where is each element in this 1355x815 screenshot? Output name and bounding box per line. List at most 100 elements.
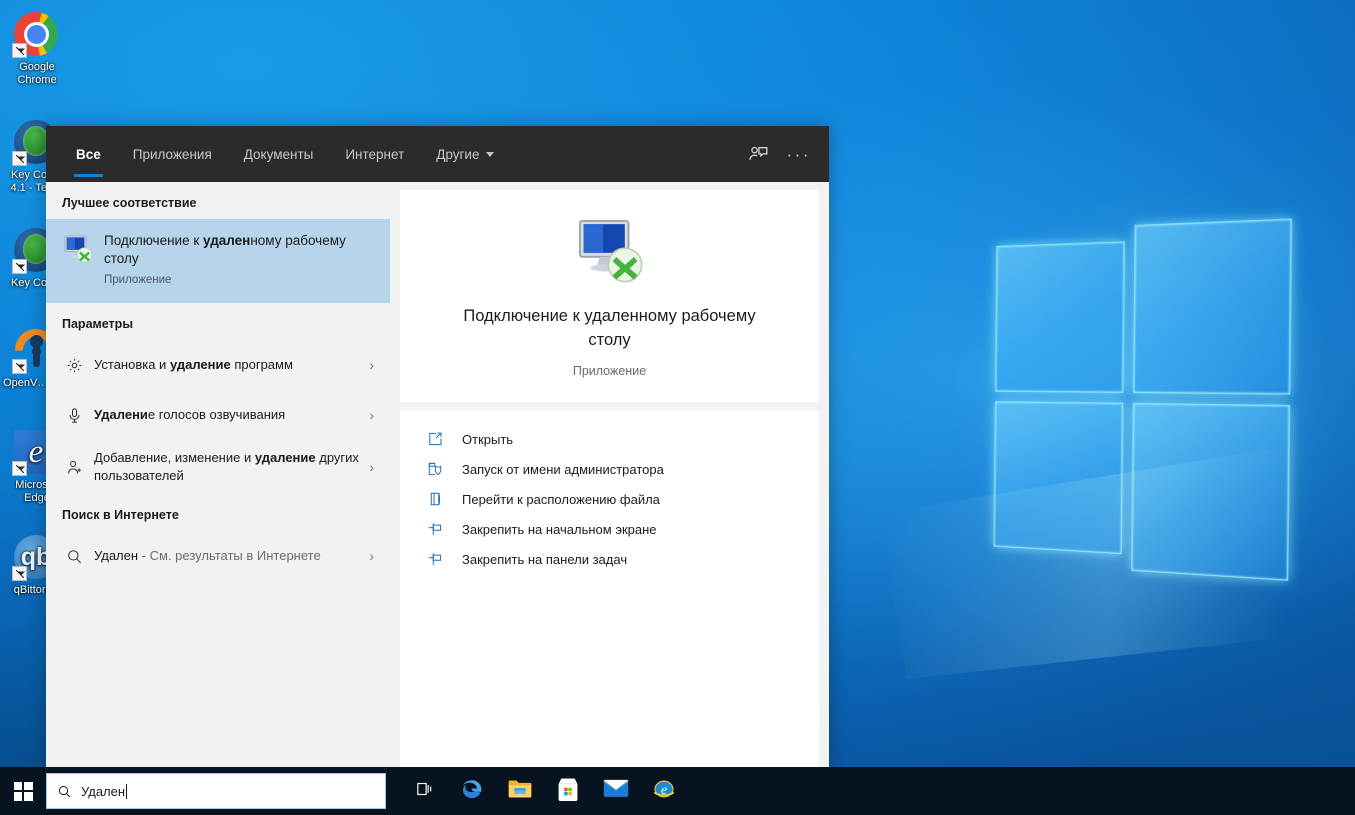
more-options-icon[interactable]: ··· bbox=[787, 146, 811, 163]
search-tab-bar: Все Приложения Документы Интернет Другие bbox=[46, 126, 829, 182]
search-results-list: Лучшее соответствие bbox=[46, 182, 390, 767]
search-icon bbox=[47, 784, 81, 799]
internet-explorer-icon: e bbox=[651, 776, 677, 807]
search-icon bbox=[62, 548, 86, 565]
mail-icon bbox=[603, 778, 629, 804]
pin-start-icon bbox=[424, 521, 446, 537]
hero-pane-top-left bbox=[995, 241, 1125, 393]
mail-button[interactable] bbox=[592, 767, 640, 815]
shortcut-arrow-icon bbox=[12, 43, 27, 58]
edge-icon bbox=[459, 776, 485, 807]
desktop-icon-google-chrome[interactable]: Google Chrome bbox=[2, 12, 72, 87]
settings-result-label: Установка и удаление программ bbox=[86, 356, 369, 374]
hero-pane-bottom-left bbox=[994, 401, 1124, 554]
taskbar-buttons: e bbox=[400, 767, 688, 815]
open-icon bbox=[424, 431, 446, 447]
file-explorer-icon bbox=[507, 777, 533, 806]
taskbar: Удален bbox=[0, 767, 1355, 815]
action-label: Закрепить на панели задач bbox=[446, 552, 627, 567]
hero-pane-top-right bbox=[1133, 219, 1292, 395]
web-search-result[interactable]: Удален - См. результаты в Интернете › bbox=[46, 531, 390, 581]
tab-more[interactable]: Другие bbox=[420, 126, 510, 182]
web-search-heading: Поиск в Интернете bbox=[46, 494, 390, 531]
app-preview-type: Приложение bbox=[420, 364, 799, 378]
settings-result-label: Добавление, изменение и удаление других … bbox=[86, 449, 369, 485]
app-preview-card: Подключение к удаленному рабочему столу … bbox=[400, 190, 819, 402]
task-view-icon bbox=[414, 779, 434, 804]
chevron-down-icon bbox=[486, 152, 494, 157]
shield-admin-icon bbox=[424, 461, 446, 477]
windows-logo-icon bbox=[14, 782, 33, 801]
chevron-right-icon: › bbox=[369, 548, 378, 564]
tab-label: Интернет bbox=[345, 147, 404, 162]
best-match-result[interactable]: Подключение к удаленному рабочему столу … bbox=[46, 219, 390, 303]
start-button[interactable] bbox=[0, 767, 46, 815]
hero-pane-bottom-right bbox=[1131, 403, 1290, 581]
action-label: Закрепить на начальном экране bbox=[446, 522, 657, 537]
action-label: Запуск от имени администратора bbox=[446, 462, 664, 477]
best-match-subtitle: Приложение bbox=[104, 274, 378, 286]
remote-desktop-icon bbox=[573, 216, 647, 286]
tab-web[interactable]: Интернет bbox=[329, 126, 420, 182]
shortcut-arrow-icon bbox=[12, 461, 27, 476]
action-pin-to-start[interactable]: Закрепить на начальном экране bbox=[400, 514, 819, 544]
shortcut-arrow-icon bbox=[12, 151, 27, 166]
chevron-right-icon: › bbox=[369, 459, 378, 475]
tab-label: Приложения bbox=[133, 147, 212, 162]
best-match-title: Подключение к удаленному рабочему столу bbox=[104, 232, 378, 268]
settings-result-remove-voices[interactable]: Удаление голосов озвучивания › bbox=[46, 390, 390, 440]
best-match-heading: Лучшее соответствие bbox=[46, 182, 390, 219]
hero-light-streak bbox=[880, 432, 1355, 679]
action-label: Открыть bbox=[446, 432, 513, 447]
search-results-body: Лучшее соответствие bbox=[46, 182, 829, 767]
task-view-button[interactable] bbox=[400, 767, 448, 815]
tab-apps[interactable]: Приложения bbox=[117, 126, 228, 182]
file-explorer-button[interactable] bbox=[496, 767, 544, 815]
tab-documents[interactable]: Документы bbox=[228, 126, 330, 182]
desktop-icon-label: Google Chrome bbox=[2, 61, 72, 87]
folder-location-icon bbox=[424, 491, 446, 507]
windows-hero-logo bbox=[993, 219, 1289, 575]
search-preview-pane: Подключение к удаленному рабочему столу … bbox=[390, 182, 829, 767]
action-run-as-administrator[interactable]: Запуск от имени администратора bbox=[400, 454, 819, 484]
shortcut-arrow-icon bbox=[12, 566, 27, 581]
internet-explorer-button[interactable]: e bbox=[640, 767, 688, 815]
web-search-label: Удален - См. результаты в Интернете bbox=[86, 547, 369, 565]
add-user-icon bbox=[62, 459, 86, 476]
tab-all[interactable]: Все bbox=[60, 126, 117, 182]
action-open[interactable]: Открыть bbox=[400, 424, 819, 454]
remote-desktop-icon bbox=[62, 234, 96, 269]
chevron-right-icon: › bbox=[369, 357, 378, 373]
action-open-file-location[interactable]: Перейти к расположению файла bbox=[400, 484, 819, 514]
search-flyout-panel: Все Приложения Документы Интернет Другие bbox=[46, 126, 829, 767]
tab-label: Документы bbox=[244, 147, 314, 162]
app-preview-title: Подключение к удаленному рабочему столу bbox=[445, 304, 775, 352]
settings-result-label: Удаление голосов озвучивания bbox=[86, 406, 369, 424]
search-toolbar-actions: ··· bbox=[748, 126, 829, 182]
microsoft-store-button[interactable] bbox=[544, 767, 592, 815]
text-cursor bbox=[126, 784, 127, 799]
shortcut-arrow-icon bbox=[12, 359, 27, 374]
tab-label: Другие bbox=[436, 147, 479, 162]
action-pin-to-taskbar[interactable]: Закрепить на панели задач bbox=[400, 544, 819, 574]
app-actions-card: Открыть Запуск от имени администратора bbox=[400, 410, 819, 767]
chevron-right-icon: › bbox=[369, 407, 378, 423]
tab-label: Все bbox=[76, 147, 101, 162]
gear-icon bbox=[62, 357, 86, 374]
settings-result-manage-users[interactable]: Добавление, изменение и удаление других … bbox=[46, 440, 390, 494]
taskbar-search-input[interactable]: Удален bbox=[46, 773, 386, 809]
microsoft-edge-button[interactable] bbox=[448, 767, 496, 815]
search-input-value: Удален bbox=[81, 784, 125, 799]
feedback-person-icon[interactable] bbox=[748, 144, 769, 165]
microsoft-store-icon bbox=[556, 776, 580, 807]
hero-glow bbox=[940, 163, 1355, 653]
action-label: Перейти к расположению файла bbox=[446, 492, 660, 507]
settings-heading: Параметры bbox=[46, 303, 390, 340]
svg-text:e: e bbox=[661, 781, 667, 796]
google-chrome-icon bbox=[14, 12, 60, 58]
pin-taskbar-icon bbox=[424, 551, 446, 567]
microphone-icon bbox=[62, 407, 86, 424]
desktop-screen: Google Chrome Key Coll… 4.1 - Tes… Key C… bbox=[0, 0, 1355, 815]
shortcut-arrow-icon bbox=[12, 259, 27, 274]
settings-result-uninstall-programs[interactable]: Установка и удаление программ › bbox=[46, 340, 390, 390]
